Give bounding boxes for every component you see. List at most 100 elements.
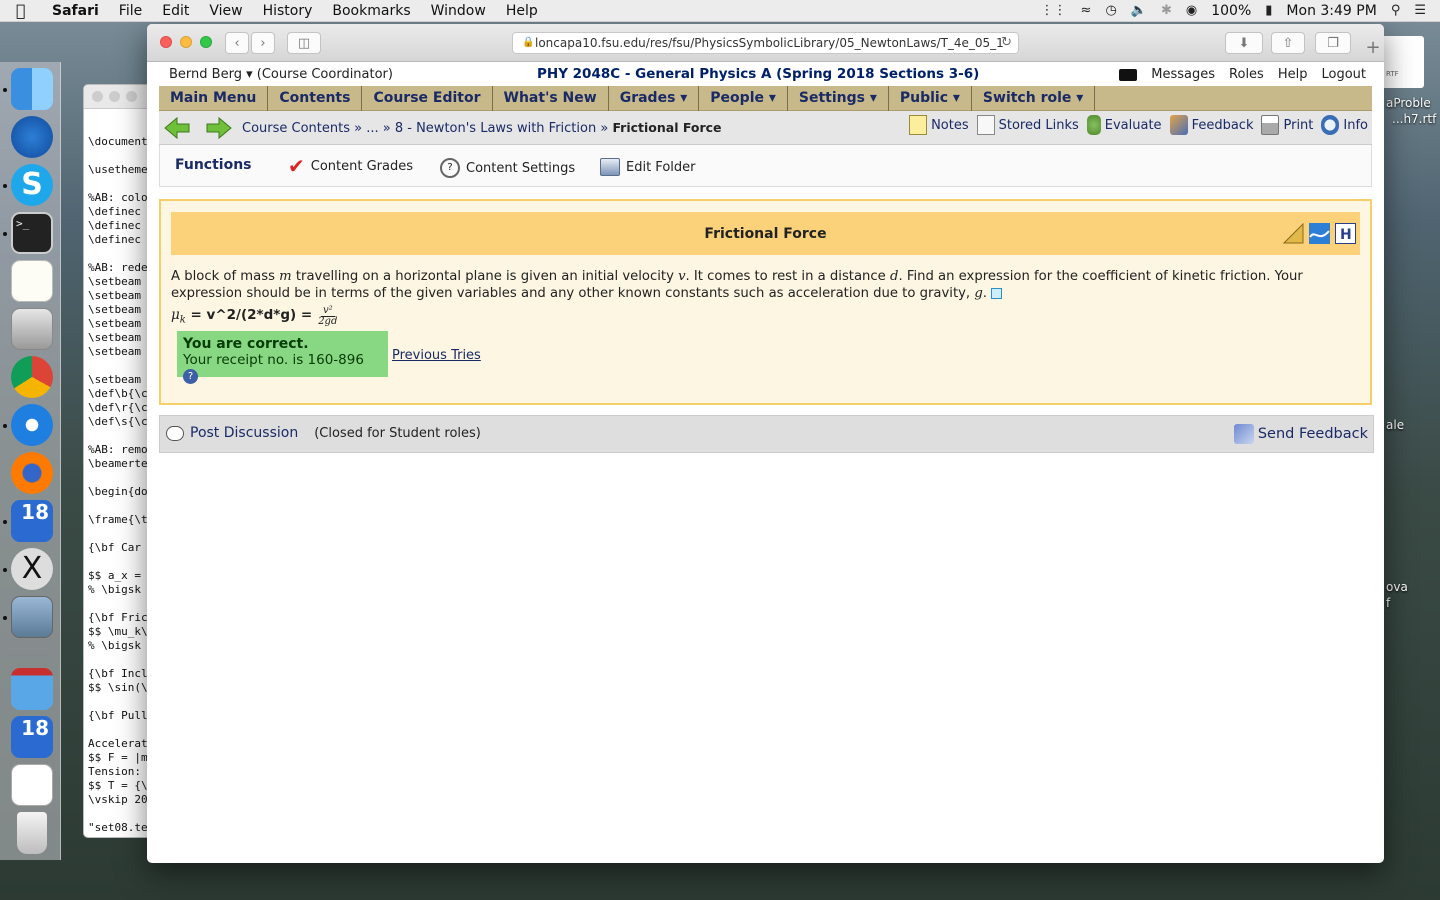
post-discussion-link[interactable]: Post Discussion xyxy=(190,425,298,441)
note-icon[interactable] xyxy=(991,287,1003,299)
dots-status-icon[interactable]: ⋮⋮ xyxy=(1041,3,1067,18)
edit-folder-link[interactable]: Edit Folder xyxy=(600,158,695,176)
previous-tries-link[interactable]: Previous Tries xyxy=(392,348,481,363)
minimize-light-icon[interactable] xyxy=(109,91,120,102)
share-icon[interactable]: ⇧ xyxy=(1271,32,1305,54)
chrome-icon[interactable] xyxy=(11,356,53,398)
breadcrumb-ellipsis[interactable]: ... » xyxy=(366,121,390,136)
close-light-icon[interactable] xyxy=(92,91,103,102)
menu-whats-new[interactable]: What's New xyxy=(493,86,609,111)
printer-icon xyxy=(1261,115,1280,135)
menu-history[interactable]: History xyxy=(263,3,313,19)
next-arrow-icon[interactable] xyxy=(205,116,233,140)
bluetooth-icon[interactable]: ✱ xyxy=(1161,3,1172,18)
menu-course-editor[interactable]: Course Editor xyxy=(362,86,493,111)
user-role: (Course Coordinator) xyxy=(256,67,393,82)
mail-bird-icon[interactable] xyxy=(11,116,53,158)
problem-title: Frictional Force xyxy=(704,226,827,242)
messages-icon[interactable] xyxy=(1119,68,1138,81)
menu-settings[interactable]: Settings ▾ xyxy=(788,86,889,111)
volume-icon[interactable]: 🔈 xyxy=(1131,3,1147,18)
chart-wave-icon[interactable] xyxy=(1309,223,1330,244)
help-question-icon[interactable]: ? xyxy=(183,368,198,384)
ruler-triangle-icon[interactable] xyxy=(1283,223,1304,244)
breadcrumb-course-contents[interactable]: Course Contents » xyxy=(242,121,362,136)
forward-button[interactable]: › xyxy=(251,32,275,54)
notes-tool[interactable]: Notes xyxy=(909,115,969,135)
firefox-icon[interactable] xyxy=(11,452,53,494)
time-machine-icon[interactable]: ◷ xyxy=(1105,3,1116,18)
battery-icon[interactable]: ▮ xyxy=(1265,3,1272,18)
correct-message: You are correct. xyxy=(183,336,309,352)
tabs-overview-icon[interactable]: ❐ xyxy=(1315,32,1351,54)
menu-edit[interactable]: Edit xyxy=(162,3,189,19)
menu-people[interactable]: People ▾ xyxy=(699,86,788,111)
notification-center-icon[interactable]: ☰ xyxy=(1414,3,1426,18)
help-h-icon[interactable]: H xyxy=(1335,223,1356,244)
preview-icon[interactable] xyxy=(11,596,53,638)
menu-view[interactable]: View xyxy=(209,3,242,19)
address-bar[interactable]: 🔒 loncapa10.fsu.edu/res/fsu/PhysicsSymbo… xyxy=(512,32,1019,54)
discussion-bubble-icon[interactable] xyxy=(166,425,184,441)
menu-window[interactable]: Window xyxy=(431,3,486,19)
maple-document-icon[interactable]: 18 xyxy=(11,716,53,758)
wifi-icon[interactable]: ◉ xyxy=(1186,3,1197,18)
sidebar-toggle-icon[interactable]: ◫ xyxy=(287,32,321,54)
settings-gear-icon: ? xyxy=(440,158,460,178)
menu-public[interactable]: Public ▾ xyxy=(889,86,972,111)
desktop-rtf-file-icon[interactable]: RTF xyxy=(1378,36,1424,88)
minimize-window-icon[interactable] xyxy=(180,36,192,48)
menu-switch-role[interactable]: Switch role ▾ xyxy=(972,86,1096,111)
menu-help[interactable]: Help xyxy=(506,3,538,19)
clock[interactable]: Mon 3:49 PM xyxy=(1286,3,1376,19)
downloads-icon[interactable]: ⬇ xyxy=(1225,32,1263,54)
trash-icon[interactable] xyxy=(17,812,47,854)
content-settings-link[interactable]: ? Content Settings xyxy=(440,158,575,178)
info-tool[interactable]: Info xyxy=(1321,115,1368,135)
app-menu[interactable]: Safari xyxy=(52,3,99,19)
reload-icon[interactable]: ↻ xyxy=(1001,35,1012,50)
fullscreen-window-icon[interactable] xyxy=(200,36,212,48)
variable-v: v xyxy=(678,269,686,284)
breadcrumb: Course Contents » ... » 8 - Newton's Law… xyxy=(242,120,722,136)
x11-icon[interactable]: X xyxy=(11,548,53,590)
document-thumbnail-icon[interactable] xyxy=(11,764,53,806)
content-grades-link[interactable]: ✔ Content Grades xyxy=(288,156,413,176)
calculator-icon[interactable] xyxy=(11,308,53,350)
logout-link[interactable]: Logout xyxy=(1321,67,1366,82)
battery-percent[interactable]: 100% xyxy=(1211,3,1251,19)
apple-logo-icon[interactable]:  xyxy=(16,1,34,20)
menu-grades[interactable]: Grades ▾ xyxy=(609,86,700,111)
terminal-icon[interactable]: >_ xyxy=(11,212,53,254)
skype-icon[interactable]: S xyxy=(11,164,53,206)
messages-link[interactable]: Messages xyxy=(1151,67,1215,82)
network-icon[interactable]: ≈ xyxy=(1081,3,1092,18)
roles-link[interactable]: Roles xyxy=(1229,67,1264,82)
menu-bookmarks[interactable]: Bookmarks xyxy=(332,3,410,19)
menu-file[interactable]: File xyxy=(119,3,142,19)
evaluate-tool[interactable]: Evaluate xyxy=(1086,115,1162,135)
breadcrumb-folder[interactable]: 8 - Newton's Laws with Friction » xyxy=(395,121,608,136)
stored-links-tool[interactable]: Stored Links xyxy=(976,115,1079,135)
user-menu[interactable]: Bernd Berg ▾ xyxy=(169,67,253,82)
previous-arrow-icon[interactable] xyxy=(163,116,191,140)
desktop-file-label: ale xyxy=(1386,418,1405,432)
menu-main-menu[interactable]: Main Menu xyxy=(159,86,269,111)
textedit-icon[interactable] xyxy=(11,260,53,302)
zoom-light-icon[interactable] xyxy=(126,91,137,102)
feedback-tool[interactable]: Feedback xyxy=(1169,115,1253,135)
functions-bar: Functions ✔ Content Grades ? Content Setti… xyxy=(159,145,1372,187)
back-button[interactable]: ‹ xyxy=(225,32,249,54)
folder-icon[interactable] xyxy=(11,668,53,710)
maple-icon[interactable]: 18 xyxy=(11,500,53,542)
send-feedback-link[interactable]: Send Feedback xyxy=(1233,424,1368,444)
new-tab-button[interactable]: + xyxy=(1362,32,1384,62)
finder-icon[interactable] xyxy=(11,68,53,110)
spotlight-search-icon[interactable]: ⚲ xyxy=(1391,3,1401,18)
close-window-icon[interactable] xyxy=(160,36,172,48)
safari-icon[interactable] xyxy=(11,404,53,446)
help-link[interactable]: Help xyxy=(1278,67,1308,82)
print-tool[interactable]: Print xyxy=(1261,115,1313,135)
menu-contents[interactable]: Contents xyxy=(268,86,363,111)
main-menubar: Main Menu Contents Course Editor What's … xyxy=(159,86,1372,111)
